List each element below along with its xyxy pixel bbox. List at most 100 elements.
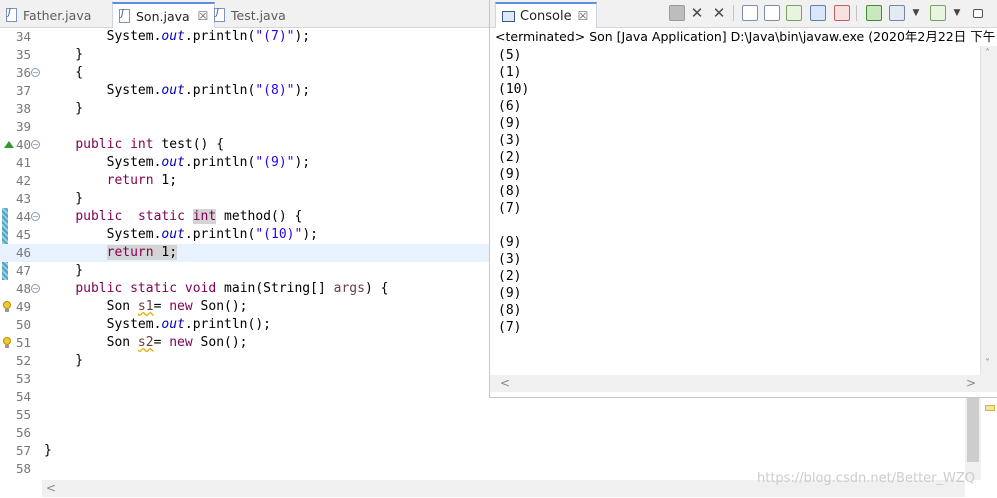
warning-lightbulb-icon[interactable] <box>3 337 13 349</box>
pin-console-icon[interactable] <box>866 5 882 21</box>
line-number: 46 <box>15 245 31 260</box>
line-number: 36 <box>15 65 31 80</box>
code-text[interactable]: { <box>44 64 83 82</box>
line-number: 47 <box>15 263 31 278</box>
console-output-line: (9) <box>498 167 522 182</box>
code-text[interactable]: System.out.println("(7)"); <box>44 28 311 46</box>
tab-console[interactable]: Console ☒ <box>495 2 598 28</box>
code-text[interactable]: } <box>44 46 83 64</box>
console-output-line: (1) <box>498 65 522 80</box>
console-output-line: (7) <box>498 320 522 335</box>
fold-collapse-icon[interactable] <box>31 212 40 221</box>
code-text[interactable]: public static void main(String[] args) { <box>44 280 388 298</box>
tab-father-java[interactable]: Father.java <box>6 3 91 27</box>
watermark: https://blog.csdn.net/Better_WZQ <box>757 471 976 486</box>
console-vertical-scrollbar[interactable]: ˄ ˅ <box>980 46 997 375</box>
fold-collapse-icon[interactable] <box>31 140 40 149</box>
code-text[interactable]: return 1; <box>44 244 178 262</box>
display-console-icon[interactable] <box>889 5 905 21</box>
warning-lightbulb-icon[interactable] <box>3 301 13 313</box>
console-output-line: (10) <box>498 82 530 97</box>
tab-label: Test.java <box>231 7 286 23</box>
code-text[interactable]: System.out.println("(8)"); <box>44 82 311 100</box>
tab-test-java[interactable]: Test.java <box>214 3 286 27</box>
console-horizontal-scrollbar[interactable]: < > <box>490 375 980 392</box>
code-line[interactable]: 56 <box>0 424 965 442</box>
java-file-icon <box>214 7 225 22</box>
code-text[interactable]: } <box>44 190 83 208</box>
overview-ruler-marker[interactable] <box>985 405 995 411</box>
show-on-stdout-icon[interactable] <box>810 5 826 21</box>
remove-all-terminated-icon[interactable]: ✕ <box>711 5 727 21</box>
fold-collapse-icon[interactable] <box>31 68 40 77</box>
chevron-down-icon[interactable]: ▼ <box>952 5 962 21</box>
line-number: 34 <box>15 29 31 44</box>
line-number: 52 <box>15 353 31 368</box>
code-text[interactable]: Son s1= new Son(); <box>44 298 248 316</box>
line-number: 42 <box>15 173 31 188</box>
code-text[interactable]: } <box>44 442 52 460</box>
line-number: 43 <box>15 191 31 206</box>
scroll-left-arrow-icon[interactable]: < <box>500 376 510 390</box>
scroll-up-arrow-icon[interactable]: ˄ <box>985 48 990 59</box>
line-number: 41 <box>15 155 31 170</box>
line-number: 50 <box>15 317 31 332</box>
open-console-icon[interactable] <box>930 5 946 21</box>
code-text[interactable]: Son s2= new Son(); <box>44 334 248 352</box>
scrollbar-thumb[interactable] <box>967 398 979 462</box>
console-output-line: (5) <box>498 48 522 63</box>
code-text[interactable]: public int test() { <box>44 136 224 154</box>
console-output-line: (2) <box>498 150 522 165</box>
console-title-bar: Console ☒ ✕ ✕ ▼ ▼ <box>490 0 997 28</box>
console-output[interactable]: (5) (1) (10) (6) (9) (3) (2) (9) (8) (7) (9) (3) (2)… <box>498 47 976 375</box>
console-output-line: (2) <box>498 269 522 284</box>
console-view: Console ☒ ✕ ✕ ▼ ▼ <terminated> Son [Java… <box>489 0 997 398</box>
word-wrap-icon[interactable] <box>786 5 802 21</box>
fold-collapse-icon[interactable] <box>31 284 40 293</box>
console-output-line: (8) <box>498 303 522 318</box>
console-launch-header: <terminated> Son [Java Application] D:\J… <box>495 29 995 44</box>
close-icon[interactable]: ☒ <box>198 9 209 23</box>
scroll-lock-icon[interactable] <box>764 5 780 21</box>
code-text[interactable]: System.out.println("(10)"); <box>44 226 318 244</box>
scroll-right-arrow-icon[interactable]: > <box>966 376 976 390</box>
scroll-left-arrow-icon[interactable]: < <box>46 481 56 495</box>
console-icon <box>502 10 515 22</box>
line-number: 48 <box>15 281 31 296</box>
tab-son-java[interactable]: Son.java ☒ <box>112 2 216 28</box>
toolbar-separator <box>733 5 734 21</box>
scroll-down-arrow-icon[interactable]: ˅ <box>985 358 990 369</box>
console-output-line: (3) <box>498 252 522 267</box>
code-text[interactable]: public static int method() { <box>44 208 302 226</box>
line-number: 37 <box>15 83 31 98</box>
override-marker-icon[interactable] <box>4 141 14 148</box>
clear-console-icon[interactable] <box>742 5 758 21</box>
show-on-stderr-icon[interactable] <box>834 5 850 21</box>
remove-launch-icon[interactable]: ✕ <box>689 5 705 21</box>
editor-vertical-scrollbar[interactable] <box>965 398 981 480</box>
line-number: 55 <box>15 407 31 422</box>
chevron-down-icon[interactable]: ▼ <box>911 5 921 21</box>
line-number: 56 <box>15 425 31 440</box>
line-number: 35 <box>15 47 31 62</box>
console-output-line: (8) <box>498 184 522 199</box>
line-number: 38 <box>15 101 31 116</box>
java-file-icon <box>119 8 130 23</box>
line-number: 58 <box>15 461 31 476</box>
code-line[interactable]: 55 <box>0 406 965 424</box>
code-text[interactable]: return 1; <box>44 172 177 190</box>
code-text[interactable]: System.out.println("(9)"); <box>44 154 311 172</box>
code-text[interactable]: } <box>44 100 83 118</box>
close-icon[interactable]: ☒ <box>578 9 589 23</box>
console-output-line: (6) <box>498 99 522 114</box>
terminate-icon[interactable] <box>669 5 685 21</box>
code-text[interactable]: } <box>44 262 83 280</box>
code-text[interactable]: } <box>44 352 83 370</box>
tab-label: Father.java <box>23 7 92 23</box>
console-output-line: (9) <box>498 235 522 250</box>
code-line[interactable]: 57} <box>0 442 965 460</box>
line-number: 53 <box>15 371 31 386</box>
code-text[interactable]: System.out.println(); <box>44 316 271 334</box>
restore-icon[interactable] <box>973 9 983 18</box>
